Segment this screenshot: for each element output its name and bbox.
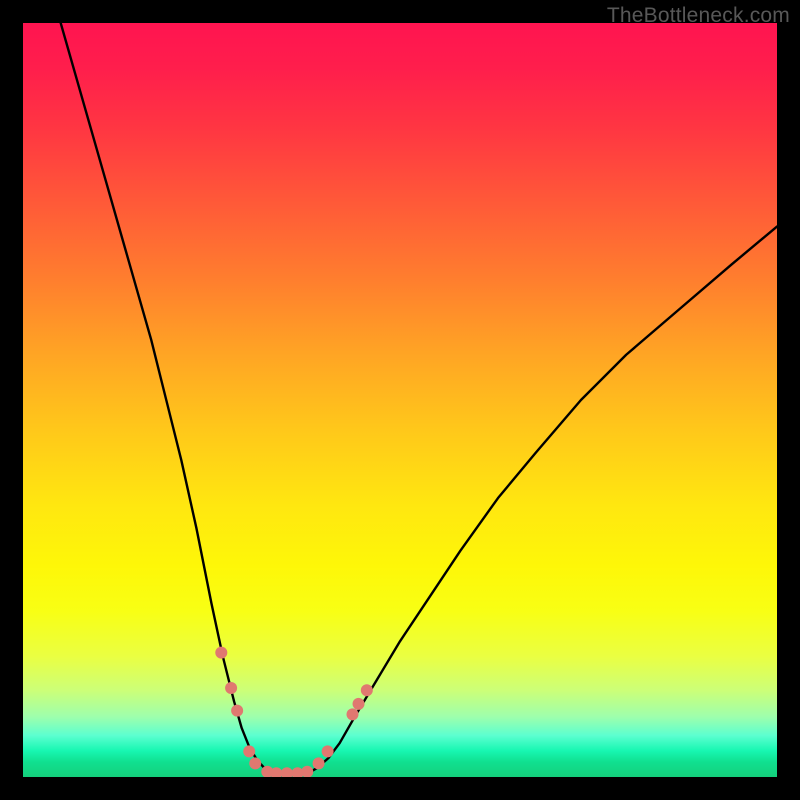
data-point-marker (225, 682, 237, 694)
data-point-marker (249, 757, 261, 769)
chart-svg (23, 23, 777, 777)
plot-area (23, 23, 777, 777)
data-point-marker (361, 684, 373, 696)
data-point-marker (281, 767, 293, 777)
data-point-marker (243, 745, 255, 757)
data-point-marker (353, 698, 365, 710)
data-point-marker (301, 766, 313, 777)
data-point-marker (313, 757, 325, 769)
data-point-marker (322, 745, 334, 757)
data-point-marker (231, 705, 243, 717)
data-point-marker (215, 647, 227, 659)
watermark-text: TheBottleneck.com (607, 4, 790, 28)
bottleneck-curve (61, 23, 777, 773)
data-point-marker (347, 708, 359, 720)
outer-frame: TheBottleneck.com (0, 0, 800, 800)
